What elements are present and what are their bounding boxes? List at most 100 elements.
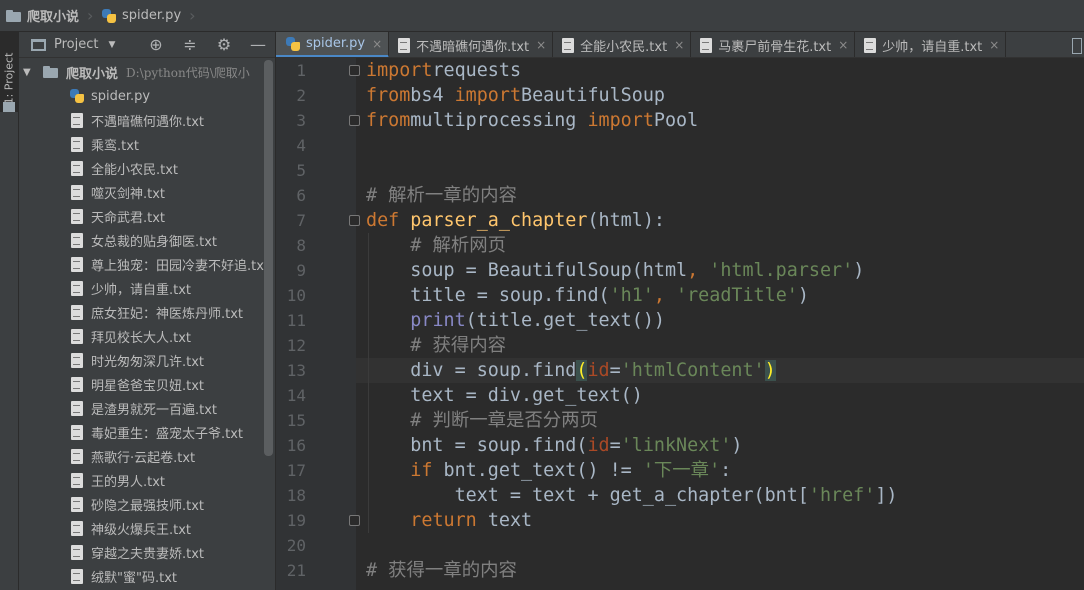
close-icon[interactable]: × <box>372 37 384 51</box>
tree-file-item[interactable]: 毒妃重生：盛宠太子爷.txt <box>19 420 264 444</box>
project-tool-window-tab[interactable]: 1: Project <box>0 32 19 112</box>
code-token: ) <box>764 360 776 381</box>
tree-file-item[interactable]: 神级火爆兵王.txt <box>19 516 264 540</box>
line-number: 11 <box>286 311 306 330</box>
breadcrumb-project-label: 爬取小说 <box>27 10 80 25</box>
text-file-icon <box>71 376 83 392</box>
text-file-icon <box>398 37 411 53</box>
close-icon[interactable]: × <box>989 38 1001 52</box>
tree-file-item[interactable]: 噬灭剑神.txt <box>19 180 264 204</box>
tree-file-item[interactable]: 穿越之夫贵妻娇.txt <box>19 540 264 564</box>
code-line[interactable]: if bnt.get_text() != '下一章': <box>366 458 731 483</box>
code-line[interactable]: text = div.get_text() <box>366 383 643 408</box>
editor-tab[interactable]: 全能小农民.txt × <box>553 32 692 57</box>
tree-file-label: 穿越之夫贵妻娇.txt <box>91 546 205 562</box>
line-number: 20 <box>286 536 306 555</box>
text-file-icon <box>71 328 83 344</box>
tree-file-item[interactable]: 明星爸爸宝贝妞.txt <box>19 372 264 396</box>
project-panel: Project ▼ ⊕ ≑ ⚙ — ▼ 爬取小说 D:\python代码\爬取小… <box>19 32 276 590</box>
code-editor[interactable]: 1 2 3 4 5 6 7 8 9 10 11 12 13 14 15 16 17 18 19 20 21 import… <box>276 58 1084 590</box>
locate-icon[interactable]: ⊕ <box>139 32 173 58</box>
tree-file-list: spider.py 不遇暗礁何遇你.txt 乘鸾.txt 全能小农民.txt 噬灭剑神.… <box>19 84 269 588</box>
tree-file-item[interactable]: 拜见校长大人.txt <box>19 324 264 348</box>
tree-file-item[interactable]: 王的男人.txt <box>19 468 264 492</box>
code-token: 'h1' <box>609 285 654 306</box>
tree-file-label: 全能小农民.txt <box>91 162 179 178</box>
text-file-icon <box>864 37 877 53</box>
tree-file-item[interactable]: 天命武君.txt <box>19 204 264 228</box>
project-view-selector[interactable]: Project ▼ <box>19 37 139 52</box>
tree-file-item[interactable]: 不遇暗礁何遇你.txt <box>19 108 264 132</box>
editor-tab[interactable]: 不遇暗礁何遇你.txt × <box>389 32 554 57</box>
code-line[interactable]: # 获得内容 <box>366 333 506 358</box>
editor-tab[interactable]: 马裹尸前骨生花.txt × <box>691 32 856 57</box>
code-token: bs4 <box>410 85 455 106</box>
tree-file-item[interactable]: 绒默"蜜"码.txt <box>19 564 264 588</box>
tree-file-item[interactable]: 少帅，请自重.txt <box>19 276 264 300</box>
code-line[interactable]: # 判断一章是否分两页 <box>366 408 598 433</box>
close-icon[interactable]: × <box>674 38 686 52</box>
tree-file-label: 女总裁的贴身御医.txt <box>91 234 218 250</box>
line-number: 1 <box>296 61 306 80</box>
code-line[interactable]: print(title.get_text()) <box>366 308 665 333</box>
tree-file-item[interactable]: 全能小农民.txt <box>19 156 264 180</box>
tree-file-item[interactable]: spider.py <box>19 84 264 108</box>
tree-file-item[interactable]: 尊上独宠：田园冷妻不好追.txt <box>19 252 269 276</box>
close-icon[interactable]: × <box>838 38 850 52</box>
tree-file-item[interactable]: 燕歌行·云起卷.txt <box>19 444 264 468</box>
code-token: ) <box>797 285 809 306</box>
code-line[interactable]: return text <box>366 508 532 533</box>
code-line[interactable]: def parser_a_chapter(html): <box>366 208 665 233</box>
code-line[interactable]: frombs4 importBeautifulSoup <box>366 83 665 108</box>
tree-file-item[interactable]: 砂隐之最强技师.txt <box>19 492 264 516</box>
code-line[interactable]: # 解析网页 <box>366 233 506 258</box>
breadcrumb-project[interactable]: 爬取小说 <box>0 0 87 32</box>
code-line[interactable]: soup = BeautifulSoup(html, 'html.parser'… <box>366 258 864 283</box>
code-line[interactable]: text = text + get_a_chapter(bnt['href']) <box>366 483 898 508</box>
code-token: parser_a_chapter <box>410 210 588 231</box>
tree-file-item[interactable]: 时光匆匆深几许.txt <box>19 348 264 372</box>
tree-file-item[interactable]: 女总裁的贴身御医.txt <box>19 228 264 252</box>
breadcrumb-file[interactable]: spider.py <box>95 0 189 32</box>
gear-icon[interactable]: ⚙ <box>207 32 241 58</box>
editor-tab[interactable]: 少帅，请自重.txt × <box>855 32 1007 57</box>
code-line[interactable]: # 获得一章的内容 <box>366 558 517 583</box>
text-file-icon <box>71 472 83 488</box>
fold-marker-icon[interactable] <box>349 115 360 126</box>
code-line[interactable]: bnt = soup.find(id='linkNext') <box>366 433 742 458</box>
code-token: # 解析一章的内容 <box>366 185 517 206</box>
editor-tab-label: spider.py <box>306 36 366 51</box>
code-token: = <box>609 435 621 456</box>
fold-marker-icon[interactable] <box>349 65 360 76</box>
text-file-icon <box>71 544 83 560</box>
tree-file-item[interactable]: 乘鸾.txt <box>19 132 264 156</box>
code-line[interactable]: div = soup.find(id='htmlContent') <box>366 358 776 383</box>
tree-root-folder[interactable]: ▼ 爬取小说 D:\python代码\爬取小 <box>19 60 264 84</box>
code-line[interactable]: frommultiprocessing importPool <box>366 108 698 133</box>
code-token: def <box>366 210 411 231</box>
fold-marker-icon[interactable] <box>349 215 360 226</box>
project-panel-header: Project ▼ ⊕ ≑ ⚙ — <box>19 32 275 58</box>
fold-marker-icon[interactable] <box>349 515 360 526</box>
tree-file-item[interactable]: 庶女狂妃：神医炼丹师.txt <box>19 300 264 324</box>
editor-tab[interactable]: spider.py × <box>276 32 390 57</box>
line-number: 21 <box>286 561 306 580</box>
code-line[interactable]: # 解析一章的内容 <box>366 183 517 208</box>
project-tree-scrollbar[interactable] <box>264 60 273 456</box>
close-icon[interactable]: × <box>536 38 548 52</box>
expand-arrow-icon[interactable]: ▼ <box>23 67 35 78</box>
tree-file-item[interactable]: 是渣男就死一百遍.txt <box>19 396 264 420</box>
project-tree: ▼ 爬取小说 D:\python代码\爬取小 spider.py 不遇暗礁何遇你.… <box>19 60 269 588</box>
code-line[interactable]: title = soup.find('h1', 'readTitle') <box>366 283 809 308</box>
code-token: text = div.get_text() <box>366 385 643 406</box>
collapse-all-icon[interactable]: ≑ <box>173 32 207 58</box>
line-number: 19 <box>286 511 306 530</box>
text-file-icon <box>71 280 83 296</box>
code-token: div = soup.find <box>366 360 577 381</box>
code-token: id <box>587 435 610 456</box>
code-token: , <box>653 285 665 306</box>
tab-overflow-icon[interactable] <box>1068 32 1084 57</box>
minimize-icon[interactable]: — <box>241 32 275 58</box>
code-line[interactable]: importrequests <box>366 58 521 83</box>
